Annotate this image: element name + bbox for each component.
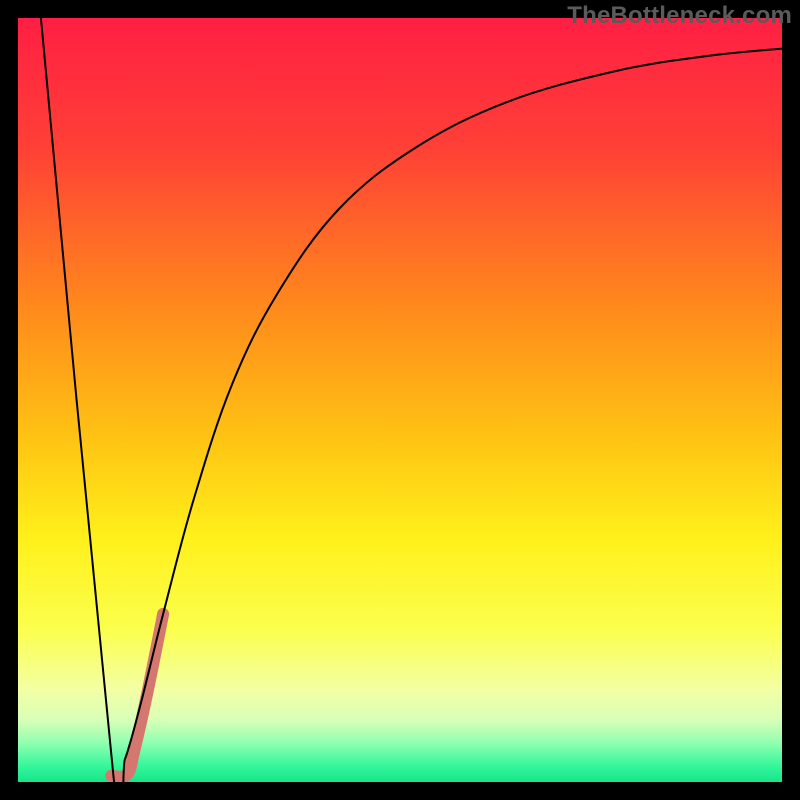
highlight-segment xyxy=(111,614,163,777)
plot-area xyxy=(18,18,782,782)
chart-frame: TheBottleneck.com xyxy=(0,0,800,800)
watermark-text: TheBottleneck.com xyxy=(567,2,792,30)
curves-layer xyxy=(18,18,782,782)
